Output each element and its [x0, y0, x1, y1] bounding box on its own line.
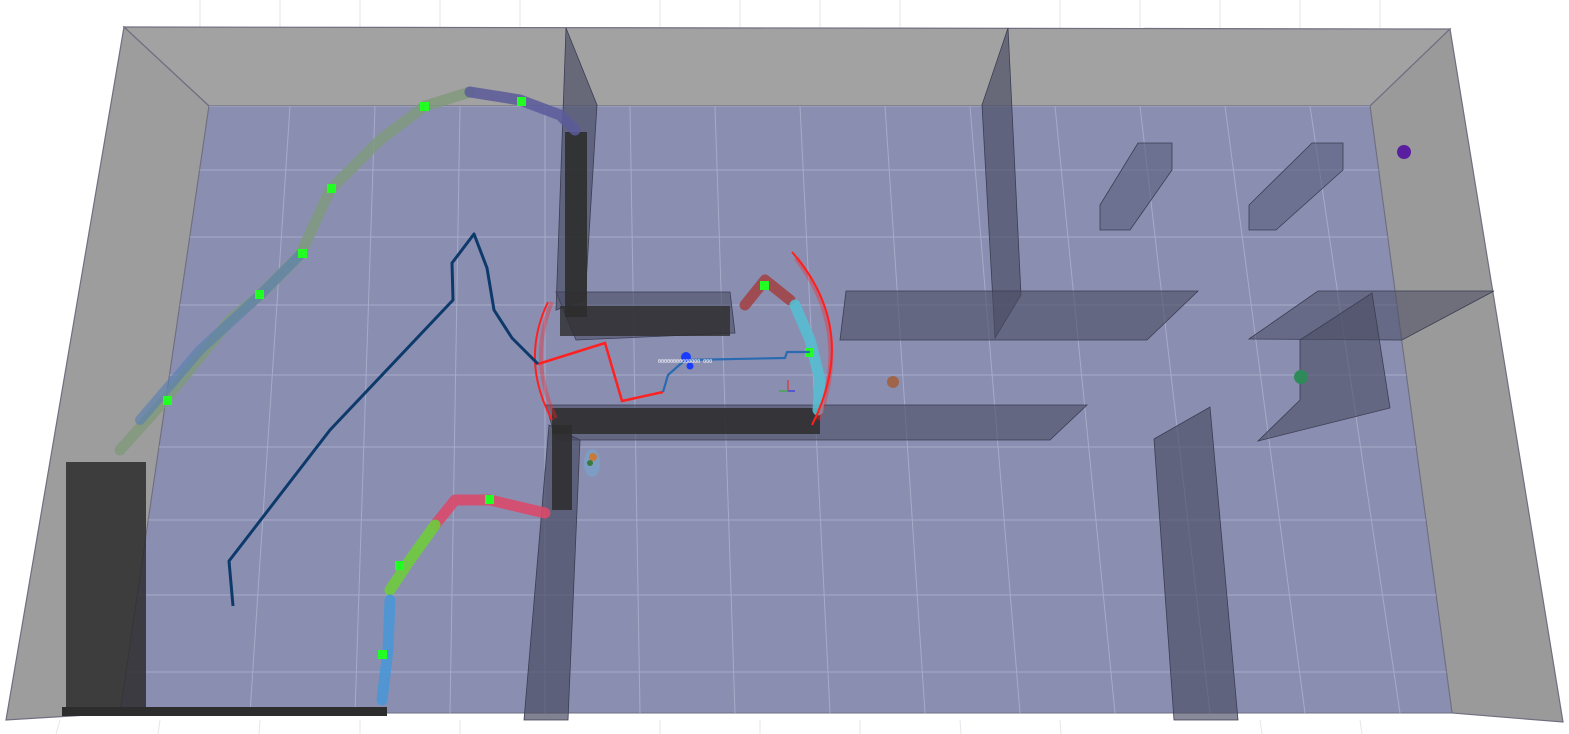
waypoint-marker[interactable] [760, 281, 769, 290]
3d-map-viewport[interactable]: 00000000000000 000 [0, 0, 1569, 734]
goal-marker-brown[interactable] [887, 376, 899, 388]
robot-label: 00000000000000 000 [658, 359, 712, 365]
obstacle-stack-left [66, 462, 146, 712]
waypoint-marker[interactable] [420, 102, 429, 111]
goal-marker-green[interactable] [1294, 370, 1308, 384]
second-robot[interactable] [584, 449, 600, 477]
waypoint-marker[interactable] [378, 650, 387, 659]
waypoint-marker[interactable] [395, 561, 404, 570]
waypoint-marker[interactable] [298, 249, 307, 258]
waypoint-marker[interactable] [255, 290, 264, 299]
wall-back [122, 26, 1452, 107]
wall-corridor-top-mid [839, 290, 1199, 341]
waypoint-marker[interactable] [163, 396, 172, 405]
goal-marker-purple[interactable] [1397, 145, 1411, 159]
obstacle-column-mid [565, 132, 587, 317]
waypoint-marker[interactable] [327, 184, 336, 193]
obstacle-row-top [560, 306, 730, 336]
obstacle-row-bottom [552, 408, 820, 434]
second-robot-head [589, 453, 597, 461]
waypoint-marker[interactable] [517, 97, 526, 106]
obstacle-column-lower [552, 425, 572, 510]
obstacle-line-bottom [62, 707, 387, 716]
waypoint-marker[interactable] [485, 495, 494, 504]
second-robot-core [587, 460, 593, 466]
